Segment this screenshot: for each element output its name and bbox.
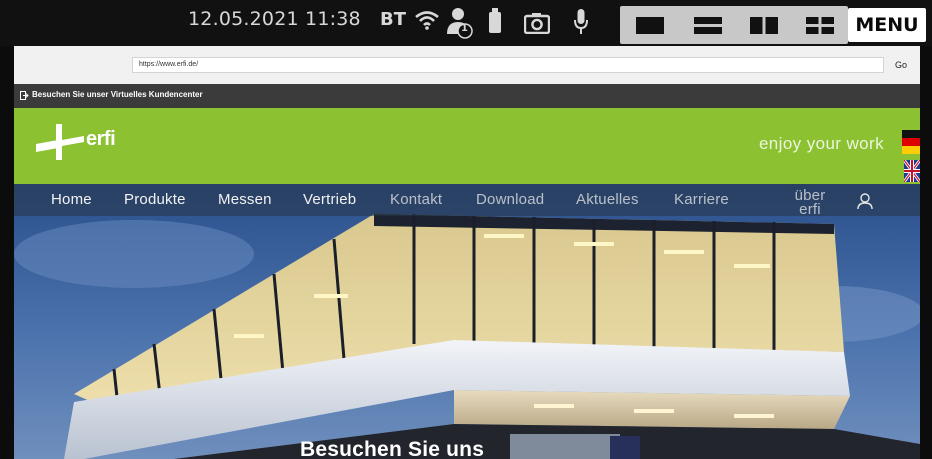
layout-single-icon[interactable] [636,17,664,34]
nav-messen[interactable]: Messen [218,191,272,208]
nav-vertrieb[interactable]: Vertrieb [303,191,356,208]
uk-flag-icon[interactable] [904,160,920,182]
top-info-strip: Besuchen Sie unser Virtuelles Kundencent… [14,84,920,108]
clock: 12.05.2021 11:38 [188,8,361,30]
nav-download[interactable]: Download [476,191,544,208]
tagline: enjoy your work [758,134,884,153]
login-arrow-icon [20,91,29,100]
layout-quad-icon[interactable] [806,17,834,34]
nav-produkte[interactable]: Produkte [124,191,186,208]
microphone-icon[interactable] [574,9,588,35]
german-flag-icon[interactable] [902,130,920,154]
nav-karriere[interactable]: Karriere [674,191,729,208]
layout-vertical-split-icon[interactable] [750,17,778,34]
address-bar: https://www.erfi.de/ Go [14,46,920,84]
main-navigation: Home Produkte Messen Vertrieb Kontakt Do… [14,184,920,217]
layout-horizontal-split-icon[interactable] [694,17,722,34]
erfi-logo[interactable]: erfi [36,122,126,162]
status-bar: 12.05.2021 11:38 BT 1 MENU [0,0,932,46]
user-account-icon[interactable] [856,192,874,210]
hero-banner: Home Produkte Messen Vertrieb Kontakt Do… [14,184,920,459]
go-button[interactable]: Go [888,55,914,75]
nav-ueber-erfi[interactable]: über erfi [788,188,832,217]
camera-icon[interactable] [524,12,550,34]
menu-button[interactable]: MENU [848,8,926,42]
layout-selector [620,6,848,44]
bluetooth-label[interactable]: BT [380,9,406,30]
site-header: erfi enjoy your work [14,108,920,184]
virtual-customer-center-link[interactable]: Besuchen Sie unser Virtuelles Kundencent… [32,90,203,99]
hero-building-image [14,184,920,459]
hero-caption: Besuchen Sie uns [300,438,485,459]
user-badge-icon[interactable]: 1 [446,6,474,40]
nav-kontakt[interactable]: Kontakt [390,191,442,208]
url-input[interactable]: https://www.erfi.de/ [132,57,884,73]
usb-icon[interactable] [488,8,502,34]
erfi-logo-mark-icon [36,124,84,160]
browser-frame: https://www.erfi.de/ Go Besuchen Sie uns… [14,46,920,459]
wifi-icon[interactable] [414,10,440,30]
user-badge-count: 1 [461,23,468,34]
nav-aktuelles[interactable]: Aktuelles [576,191,639,208]
logo-text: erfi [86,128,116,150]
nav-home[interactable]: Home [51,191,92,208]
